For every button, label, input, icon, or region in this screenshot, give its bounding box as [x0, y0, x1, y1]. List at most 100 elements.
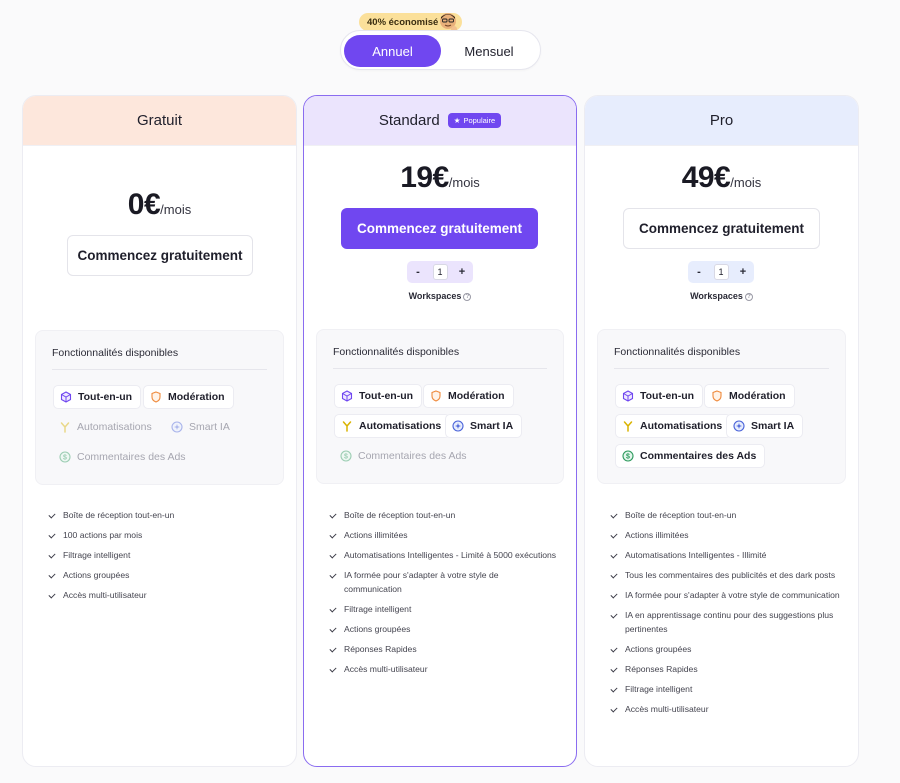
popular-badge: ★ Populaire [447, 113, 502, 128]
list-item: Réponses Rapides [330, 642, 558, 656]
feature-chip-automations: Automatisations [334, 414, 451, 438]
plan-bullets: Boîte de réception tout-en-un 100 action… [49, 508, 278, 608]
cube-icon [60, 391, 72, 403]
chip-label: Smart IA [470, 420, 514, 432]
list-item: Automatisations Intelligentes - Limité à… [330, 548, 558, 562]
sparkle-badge-icon [452, 420, 464, 432]
plan-header-pro: Pro [585, 96, 858, 146]
feature-chip-ads-comments: $ Commentaires des Ads [334, 444, 475, 468]
price-unit: /mois [160, 202, 192, 217]
list-item: Accès multi-utilisateur [49, 588, 278, 602]
features-title: Fonctionnalités disponibles [614, 346, 741, 358]
list-item: Accès multi-utilisateur [611, 702, 840, 716]
list-item: Actions groupées [49, 568, 278, 582]
list-item: Réponses Rapides [611, 662, 840, 676]
branch-icon [342, 421, 352, 432]
list-item: Actions illimitées [611, 528, 840, 542]
list-item: 100 actions par mois [49, 528, 278, 542]
help-icon[interactable]: ? [463, 292, 472, 301]
chip-label: Commentaires des Ads [77, 451, 186, 463]
increment-button[interactable]: + [457, 266, 467, 278]
list-item: IA formée pour s'adapter à votre style d… [330, 568, 558, 596]
plan-card-pro: Pro 49€/mois Commencez gratuitement - 1 … [584, 95, 859, 767]
branch-icon [60, 422, 70, 433]
decrement-button[interactable]: - [413, 266, 423, 278]
dollar-icon: $ [59, 451, 71, 463]
cube-icon [341, 390, 353, 402]
plan-price: 19€/mois [304, 161, 576, 195]
workspaces-stepper: - 1 + [688, 261, 754, 283]
list-item: Filtrage intelligent [330, 602, 558, 616]
plan-header-free: Gratuit [23, 96, 296, 146]
list-item: Actions illimitées [330, 528, 558, 542]
plan-header-standard: Standard ★ Populaire [304, 96, 576, 146]
workspaces-label: Workspaces? [304, 291, 576, 301]
workspaces-input[interactable]: 1 [713, 264, 729, 280]
divider [52, 369, 267, 370]
plan-price: 0€/mois [23, 188, 296, 222]
decrement-button[interactable]: - [694, 266, 704, 278]
feature-chip-smart-ai: Smart IA [165, 415, 238, 439]
workspaces-input[interactable]: 1 [432, 264, 448, 280]
shield-icon [712, 390, 722, 402]
start-free-button[interactable]: Commencez gratuitement [341, 208, 538, 249]
billing-toggle-track: Annuel Mensuel [340, 30, 541, 70]
list-item: Boîte de réception tout-en-un [49, 508, 278, 522]
chip-label: Tout-en-un [640, 390, 695, 402]
list-item: Actions groupées [330, 622, 558, 636]
price-amount: 19€ [400, 161, 449, 194]
features-title: Fonctionnalités disponibles [52, 347, 179, 359]
feature-chip-automations: Automatisations [615, 414, 732, 438]
chip-label: Modération [448, 390, 505, 402]
increment-button[interactable]: + [738, 266, 748, 278]
plan-name: Pro [709, 112, 734, 129]
list-item: Boîte de réception tout-en-un [611, 508, 840, 522]
list-item: Automatisations Intelligentes - Illimité [611, 548, 840, 562]
features-panel: Fonctionnalités disponibles Tout-en-un M… [597, 329, 846, 484]
workspaces-stepper: - 1 + [407, 261, 473, 283]
features-panel: Fonctionnalités disponibles Tout-en-un M… [316, 329, 564, 484]
feature-chip-moderation: Modération [423, 384, 514, 408]
plan-card-standard: Standard ★ Populaire 19€/mois Commencez … [303, 95, 577, 767]
feature-chip-moderation: Modération [704, 384, 795, 408]
shield-icon [151, 391, 161, 403]
chip-label: Modération [168, 391, 225, 403]
list-item: Filtrage intelligent [611, 682, 840, 696]
chip-label: Automatisations [359, 420, 442, 432]
sparkle-badge-icon [733, 420, 745, 432]
feature-chip-smart-ai: Smart IA [445, 414, 523, 438]
feature-chip-all-in-one: Tout-en-un [334, 384, 423, 408]
plan-name: Standard [378, 112, 440, 129]
billing-toggle: Annuel Mensuel [340, 30, 541, 70]
billing-option-annual[interactable]: Annuel [344, 35, 441, 67]
svg-text:$: $ [63, 455, 67, 462]
svg-text:$: $ [626, 454, 630, 461]
branch-icon [623, 421, 633, 432]
chip-label: Commentaires des Ads [640, 450, 757, 462]
plan-price: 49€/mois [585, 161, 858, 195]
chip-label: Tout-en-un [359, 390, 414, 402]
chip-label: Modération [729, 390, 786, 402]
feature-chip-smart-ai: Smart IA [726, 414, 804, 438]
start-free-button[interactable]: Commencez gratuitement [623, 208, 820, 249]
list-item: IA formée pour s'adapter à votre style d… [611, 588, 840, 602]
feature-chip-moderation: Modération [143, 385, 234, 409]
divider [614, 368, 829, 369]
popular-badge-label: Populaire [463, 116, 496, 125]
feature-chip-automations: Automatisations [53, 415, 160, 439]
list-item: Actions groupées [611, 642, 840, 656]
help-icon[interactable]: ? [744, 292, 753, 301]
chip-label: Tout-en-un [78, 391, 133, 403]
list-item: Boîte de réception tout-en-un [330, 508, 558, 522]
svg-text:$: $ [344, 454, 348, 461]
start-free-button[interactable]: Commencez gratuitement [67, 235, 253, 276]
feature-chip-ads-comments: $ Commentaires des Ads [615, 444, 766, 468]
cube-icon [622, 390, 634, 402]
features-title: Fonctionnalités disponibles [333, 346, 460, 358]
billing-option-monthly[interactable]: Mensuel [445, 35, 533, 67]
price-unit: /mois [448, 175, 480, 190]
plan-bullets: Boîte de réception tout-en-un Actions il… [611, 508, 840, 722]
feature-chip-all-in-one: Tout-en-un [615, 384, 704, 408]
shield-icon [431, 390, 441, 402]
list-item: Filtrage intelligent [49, 548, 278, 562]
